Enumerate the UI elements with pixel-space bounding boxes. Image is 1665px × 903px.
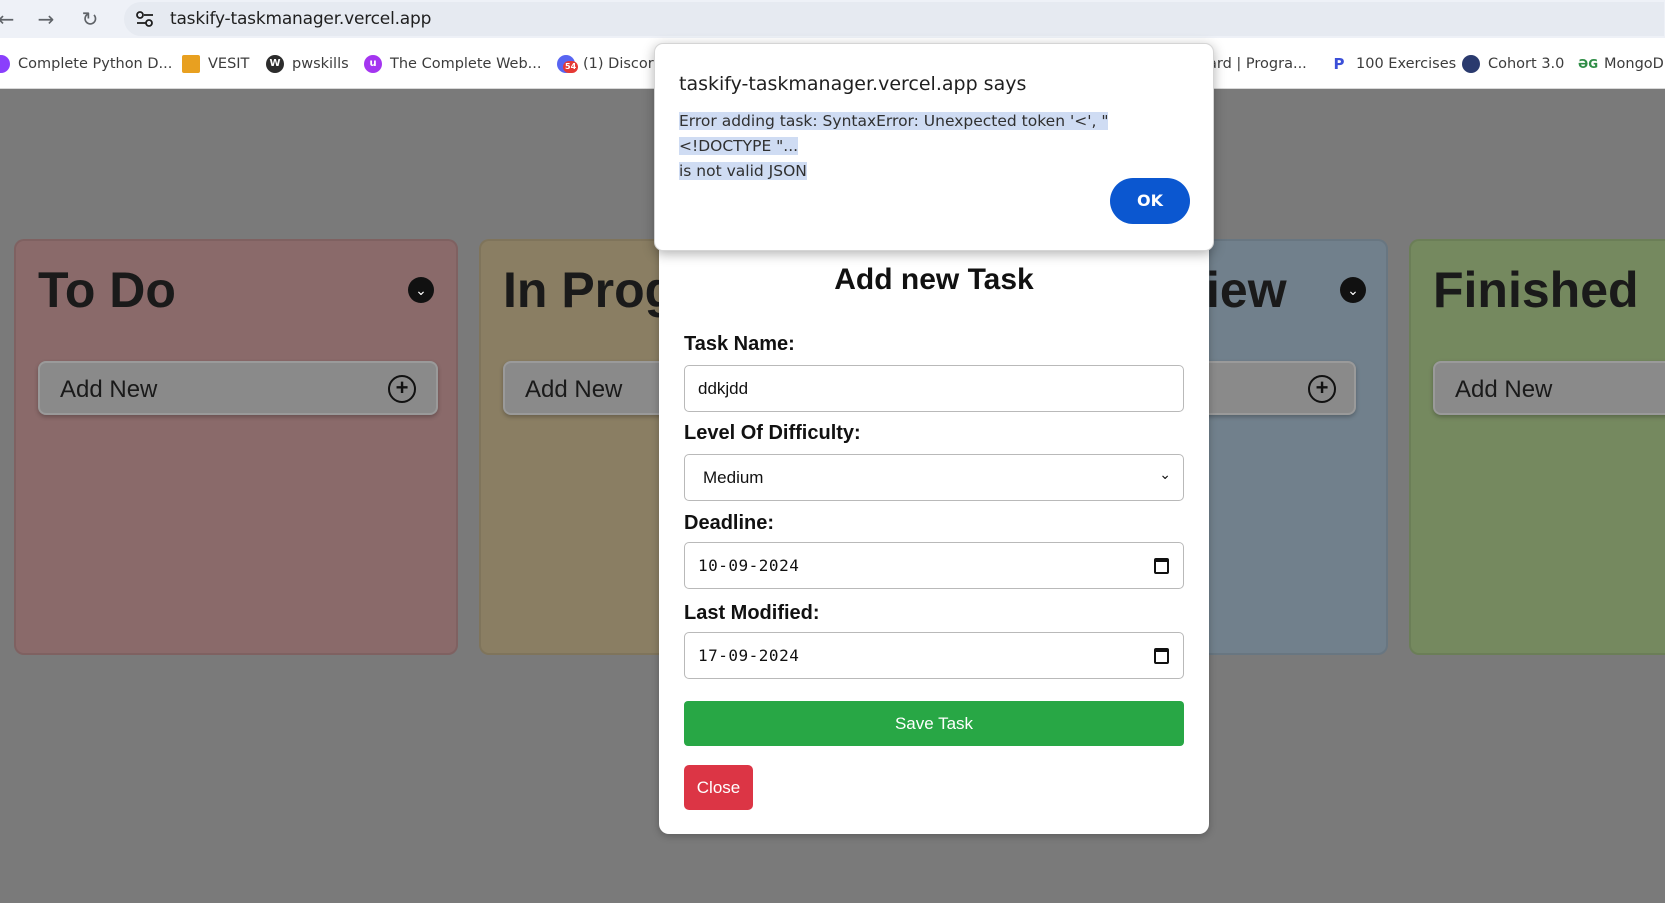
plus-circle-icon[interactable]: +: [388, 375, 416, 403]
save-task-button[interactable]: Save Task: [684, 701, 1184, 746]
column-todo: To Do ⌄ Add New +: [14, 239, 458, 655]
last-modified-label: Last Modified:: [684, 602, 820, 624]
last-modified-input[interactable]: 17-09-2024: [684, 632, 1184, 679]
ok-button[interactable]: OK: [1110, 178, 1190, 224]
forward-icon[interactable]: →: [34, 7, 58, 31]
bookmark-item[interactable]: ard | Progra...: [1208, 54, 1307, 74]
difficulty-select[interactable]: Medium ⌄: [684, 454, 1184, 501]
site-settings-icon[interactable]: [134, 8, 156, 30]
column-in-progress: In Prog Add New: [479, 239, 703, 655]
column-title: To Do: [38, 262, 176, 318]
column-title: iew: [1206, 262, 1287, 318]
modal-title: Add new Task: [834, 263, 1034, 296]
bookmark-item[interactable]: VESIT: [182, 54, 249, 74]
column-review: iew ⌄ +: [1180, 239, 1388, 655]
chevron-down-icon[interactable]: ⌄: [1340, 277, 1366, 303]
vesit-logo-icon: [182, 55, 200, 73]
add-new-button[interactable]: Add New +: [38, 361, 438, 415]
deadline-input[interactable]: 10-09-2024: [684, 542, 1184, 589]
chevron-down-icon: ⌄: [1159, 467, 1171, 483]
reload-icon[interactable]: ↻: [78, 7, 102, 31]
alert-title: taskify-taskmanager.vercel.app says: [679, 73, 1027, 95]
bookmark-item[interactable]: W pwskills: [266, 54, 349, 74]
calendar-icon[interactable]: [1154, 648, 1169, 664]
column-finished: Finished Add New: [1409, 239, 1665, 655]
bookmark-item[interactable]: Complete Python D...: [0, 54, 172, 74]
plus-circle-icon[interactable]: +: [1308, 375, 1336, 403]
add-new-button[interactable]: Add New: [1433, 361, 1665, 415]
alert-message-line: is not valid JSON: [679, 162, 807, 180]
url-text[interactable]: taskify-taskmanager.vercel.app: [170, 9, 431, 29]
column-title: In Prog: [503, 262, 676, 318]
task-name-label: Task Name:: [684, 333, 795, 355]
bookmark-item[interactable]: ƏG MongoD: [1578, 54, 1664, 74]
purple-logo-icon: [0, 55, 10, 73]
bookmark-item[interactable]: 54 (1) Discord: [557, 54, 663, 74]
udemy-icon: u: [364, 55, 382, 73]
chevron-down-icon[interactable]: ⌄: [408, 277, 434, 303]
wordpress-icon: W: [266, 55, 284, 73]
bookmark-item[interactable]: Cohort 3.0: [1462, 54, 1564, 74]
calendar-icon[interactable]: [1154, 558, 1169, 574]
alert-dialog: taskify-taskmanager.vercel.app says Erro…: [654, 43, 1214, 251]
column-title: Finished: [1433, 262, 1639, 318]
back-icon[interactable]: ←: [0, 7, 18, 31]
alert-message: Error adding task: SyntaxError: Unexpect…: [679, 109, 1179, 184]
task-name-input[interactable]: ddkjdd: [684, 365, 1184, 412]
bookmark-item[interactable]: P 100 Exercises: [1330, 54, 1457, 74]
deadline-label: Deadline:: [684, 512, 775, 534]
bookmark-item[interactable]: u The Complete Web...: [364, 54, 542, 74]
gfg-icon: ƏG: [1578, 57, 1599, 71]
address-bar-row: ← → ↻ taskify-taskmanager.vercel.app: [0, 0, 1665, 38]
close-button[interactable]: Close: [684, 765, 753, 810]
avatar-icon: [1462, 55, 1480, 73]
alert-message-line: Error adding task: SyntaxError: Unexpect…: [679, 112, 1109, 155]
discord-icon: 54: [557, 55, 579, 73]
add-task-modal: Add new Task Task Name: ddkjdd Level Of …: [659, 240, 1209, 834]
difficulty-label: Level Of Difficulty:: [684, 422, 861, 444]
p-logo-icon: P: [1333, 55, 1345, 73]
